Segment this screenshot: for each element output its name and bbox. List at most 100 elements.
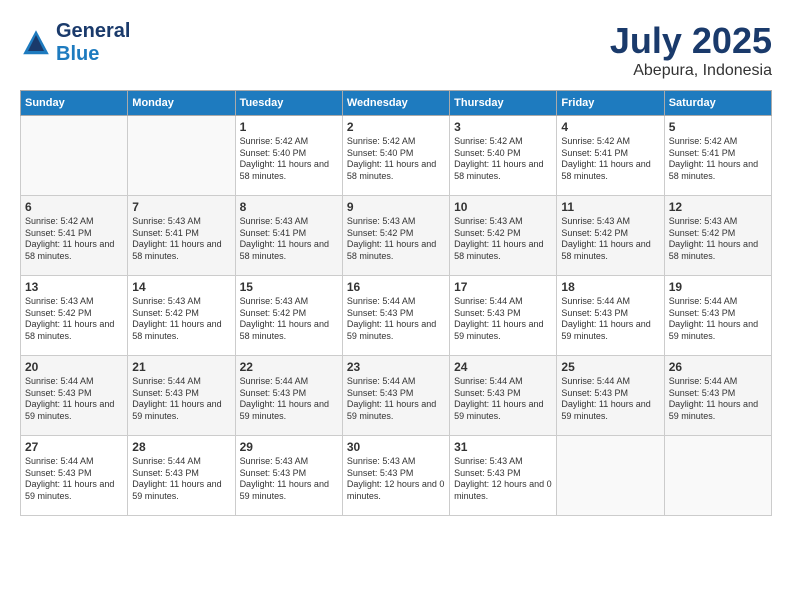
day-info: Sunrise: 5:44 AM Sunset: 5:43 PM Dayligh… xyxy=(132,456,230,503)
day-info: Sunrise: 5:43 AM Sunset: 5:43 PM Dayligh… xyxy=(240,456,338,503)
title-block: July 2025 Abepura, Indonesia xyxy=(610,20,772,80)
day-number: 24 xyxy=(454,360,552,374)
calendar-cell: 2 Sunrise: 5:42 AM Sunset: 5:40 PM Daylig… xyxy=(342,116,449,196)
weekday-header: Wednesday xyxy=(342,91,449,116)
calendar-cell: 25Sunrise: 5:44 AM Sunset: 5:43 PM Dayli… xyxy=(557,356,664,436)
day-number: 5 xyxy=(669,120,767,134)
day-info: Sunrise: 5:43 AM Sunset: 5:42 PM Dayligh… xyxy=(25,296,123,343)
day-info: Sunrise: 5:43 AM Sunset: 5:42 PM Dayligh… xyxy=(347,216,445,263)
calendar-cell xyxy=(128,116,235,196)
calendar-cell: 9Sunrise: 5:43 AM Sunset: 5:42 PM Daylig… xyxy=(342,196,449,276)
weekday-header: Sunday xyxy=(21,91,128,116)
calendar-week-row: 13 Sunrise: 5:43 AM Sunset: 5:42 PM Dayli… xyxy=(21,276,772,356)
calendar-cell: 20 Sunrise: 5:44 AM Sunset: 5:43 PM Dayli… xyxy=(21,356,128,436)
calendar-cell: 24 Sunrise: 5:44 AM Sunset: 5:43 PM Dayli… xyxy=(450,356,557,436)
day-number: 2 xyxy=(347,120,445,134)
calendar-cell: 29 Sunrise: 5:43 AM Sunset: 5:43 PM Dayli… xyxy=(235,436,342,516)
day-number: 1 xyxy=(240,120,338,134)
month-title: July 2025 xyxy=(610,20,772,62)
calendar-cell: 15 Sunrise: 5:43 AM Sunset: 5:42 PM Dayli… xyxy=(235,276,342,356)
day-info: Sunrise: 5:42 AM Sunset: 5:40 PM Dayligh… xyxy=(347,136,445,183)
day-number: 23 xyxy=(347,360,445,374)
calendar-cell: 18 Sunrise: 5:44 AM Sunset: 5:43 PM Dayli… xyxy=(557,276,664,356)
day-number: 8 xyxy=(240,200,338,214)
calendar-cell xyxy=(557,436,664,516)
day-info: Sunrise: 5:43 AM Sunset: 5:42 PM Dayligh… xyxy=(240,296,338,343)
calendar-cell: 23 Sunrise: 5:44 AM Sunset: 5:43 PM Dayli… xyxy=(342,356,449,436)
calendar-cell: 27Sunrise: 5:44 AM Sunset: 5:43 PM Dayli… xyxy=(21,436,128,516)
day-number: 15 xyxy=(240,280,338,294)
day-info: Sunrise: 5:43 AM Sunset: 5:43 PM Dayligh… xyxy=(454,456,552,503)
day-number: 12 xyxy=(669,200,767,214)
day-info: Sunrise: 5:44 AM Sunset: 5:43 PM Dayligh… xyxy=(347,376,445,423)
day-info: Sunrise: 5:43 AM Sunset: 5:41 PM Dayligh… xyxy=(132,216,230,263)
calendar-cell: 11 Sunrise: 5:43 AM Sunset: 5:42 PM Dayli… xyxy=(557,196,664,276)
page-header: General Blue July 2025 Abepura, Indonesi… xyxy=(20,20,772,80)
day-number: 28 xyxy=(132,440,230,454)
day-number: 14 xyxy=(132,280,230,294)
calendar-week-row: 1 Sunrise: 5:42 AM Sunset: 5:40 PM Daylig… xyxy=(21,116,772,196)
calendar-cell: 3 Sunrise: 5:42 AM Sunset: 5:40 PM Daylig… xyxy=(450,116,557,196)
day-number: 31 xyxy=(454,440,552,454)
day-info: Sunrise: 5:44 AM Sunset: 5:43 PM Dayligh… xyxy=(132,376,230,423)
calendar-cell: 19 Sunrise: 5:44 AM Sunset: 5:43 PM Dayli… xyxy=(664,276,771,356)
calendar-cell: 5 Sunrise: 5:42 AM Sunset: 5:41 PM Daylig… xyxy=(664,116,771,196)
calendar-cell xyxy=(664,436,771,516)
calendar-week-row: 20 Sunrise: 5:44 AM Sunset: 5:43 PM Dayli… xyxy=(21,356,772,436)
day-number: 18 xyxy=(561,280,659,294)
calendar-cell: 6 Sunrise: 5:42 AM Sunset: 5:41 PM Daylig… xyxy=(21,196,128,276)
day-info: Sunrise: 5:44 AM Sunset: 5:43 PM Dayligh… xyxy=(561,296,659,343)
day-info: Sunrise: 5:44 AM Sunset: 5:43 PM Dayligh… xyxy=(347,296,445,343)
logo: General Blue xyxy=(20,20,130,66)
day-info: Sunrise: 5:44 AM Sunset: 5:43 PM Dayligh… xyxy=(561,376,659,423)
day-info: Sunrise: 5:43 AM Sunset: 5:43 PM Dayligh… xyxy=(347,456,445,503)
weekday-header: Tuesday xyxy=(235,91,342,116)
day-number: 11 xyxy=(561,200,659,214)
day-info: Sunrise: 5:43 AM Sunset: 5:42 PM Dayligh… xyxy=(561,216,659,263)
day-info: Sunrise: 5:42 AM Sunset: 5:41 PM Dayligh… xyxy=(669,136,767,183)
day-number: 20 xyxy=(25,360,123,374)
calendar-cell: 12 Sunrise: 5:43 AM Sunset: 5:42 PM Dayli… xyxy=(664,196,771,276)
calendar-week-row: 27Sunrise: 5:44 AM Sunset: 5:43 PM Dayli… xyxy=(21,436,772,516)
day-number: 17 xyxy=(454,280,552,294)
day-info: Sunrise: 5:44 AM Sunset: 5:43 PM Dayligh… xyxy=(454,376,552,423)
calendar-cell: 10Sunrise: 5:43 AM Sunset: 5:42 PM Dayli… xyxy=(450,196,557,276)
day-info: Sunrise: 5:44 AM Sunset: 5:43 PM Dayligh… xyxy=(25,456,123,503)
day-info: Sunrise: 5:44 AM Sunset: 5:43 PM Dayligh… xyxy=(669,296,767,343)
day-info: Sunrise: 5:43 AM Sunset: 5:42 PM Dayligh… xyxy=(454,216,552,263)
weekday-header: Saturday xyxy=(664,91,771,116)
day-number: 29 xyxy=(240,440,338,454)
day-info: Sunrise: 5:44 AM Sunset: 5:43 PM Dayligh… xyxy=(454,296,552,343)
day-number: 3 xyxy=(454,120,552,134)
location: Abepura, Indonesia xyxy=(610,62,772,80)
day-info: Sunrise: 5:44 AM Sunset: 5:43 PM Dayligh… xyxy=(669,376,767,423)
calendar-week-row: 6 Sunrise: 5:42 AM Sunset: 5:41 PM Daylig… xyxy=(21,196,772,276)
day-number: 21 xyxy=(132,360,230,374)
weekday-header: Friday xyxy=(557,91,664,116)
calendar-cell xyxy=(21,116,128,196)
day-number: 30 xyxy=(347,440,445,454)
day-info: Sunrise: 5:43 AM Sunset: 5:41 PM Dayligh… xyxy=(240,216,338,263)
day-number: 13 xyxy=(25,280,123,294)
calendar-cell: 31 Sunrise: 5:43 AM Sunset: 5:43 PM Dayli… xyxy=(450,436,557,516)
day-number: 19 xyxy=(669,280,767,294)
day-info: Sunrise: 5:42 AM Sunset: 5:40 PM Dayligh… xyxy=(454,136,552,183)
day-number: 26 xyxy=(669,360,767,374)
day-info: Sunrise: 5:43 AM Sunset: 5:42 PM Dayligh… xyxy=(669,216,767,263)
calendar-cell: 28 Sunrise: 5:44 AM Sunset: 5:43 PM Dayli… xyxy=(128,436,235,516)
logo-icon xyxy=(20,27,52,59)
calendar-cell: 8 Sunrise: 5:43 AM Sunset: 5:41 PM Daylig… xyxy=(235,196,342,276)
calendar-cell: 26 Sunrise: 5:44 AM Sunset: 5:43 PM Dayli… xyxy=(664,356,771,436)
weekday-header: Thursday xyxy=(450,91,557,116)
calendar-cell: 21 Sunrise: 5:44 AM Sunset: 5:43 PM Dayli… xyxy=(128,356,235,436)
day-number: 6 xyxy=(25,200,123,214)
day-info: Sunrise: 5:44 AM Sunset: 5:43 PM Dayligh… xyxy=(25,376,123,423)
day-info: Sunrise: 5:42 AM Sunset: 5:41 PM Dayligh… xyxy=(25,216,123,263)
calendar: SundayMondayTuesdayWednesdayThursdayFrid… xyxy=(20,90,772,516)
day-number: 16 xyxy=(347,280,445,294)
calendar-cell: 13 Sunrise: 5:43 AM Sunset: 5:42 PM Dayli… xyxy=(21,276,128,356)
day-number: 4 xyxy=(561,120,659,134)
calendar-cell: 7Sunrise: 5:43 AM Sunset: 5:41 PM Daylig… xyxy=(128,196,235,276)
day-info: Sunrise: 5:44 AM Sunset: 5:43 PM Dayligh… xyxy=(240,376,338,423)
calendar-cell: 14Sunrise: 5:43 AM Sunset: 5:42 PM Dayli… xyxy=(128,276,235,356)
